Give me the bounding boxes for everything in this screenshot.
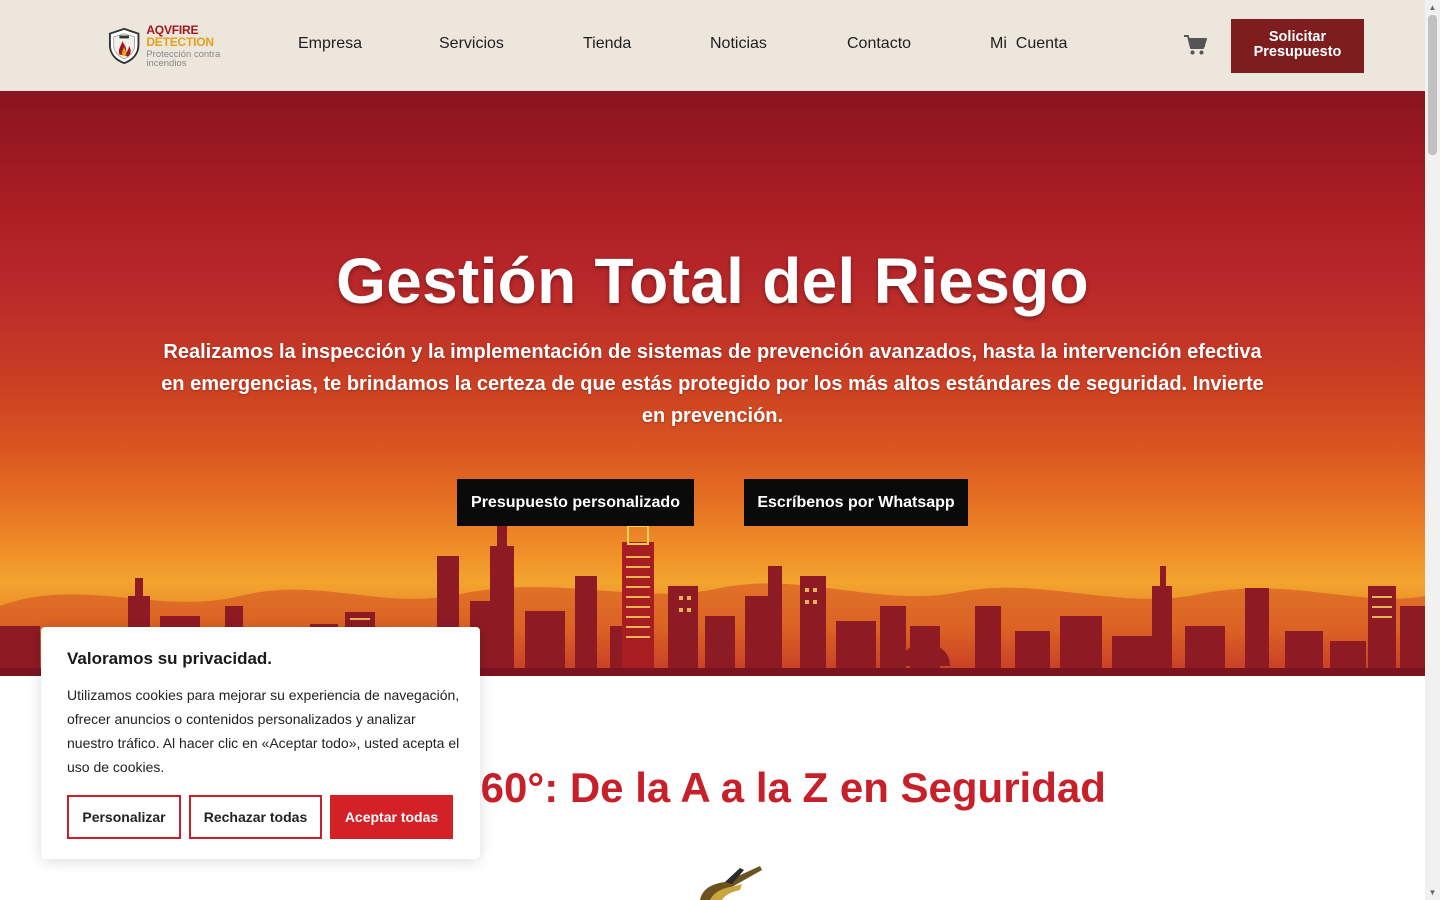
cookie-customize-button[interactable]: Personalizar xyxy=(67,795,181,839)
site-header: AQVFIRE DETECTION Protección contra ince… xyxy=(0,0,1425,91)
page-scrollbar[interactable]: ▲ ▼ xyxy=(1425,0,1440,900)
hero-subtitle-text: Realizamos la inspección y la implementa… xyxy=(161,341,1262,395)
nav-tienda[interactable]: Tienda xyxy=(583,35,631,53)
nav-empresa[interactable]: Empresa xyxy=(298,35,362,53)
request-quote-line1: Solicitar xyxy=(1268,29,1327,45)
logo-brand-part2: DETECTION xyxy=(146,34,214,49)
nav-servicios[interactable]: Servicios xyxy=(439,35,504,53)
logo-text: AQVFIRE DETECTION Protección contra ince… xyxy=(146,24,263,69)
personalized-quote-button[interactable]: Presupuesto personalizado xyxy=(457,479,694,526)
fire-extinguisher-valve-image xyxy=(700,866,762,900)
cookie-title: Valoramos su privacidad. xyxy=(67,649,273,668)
scroll-down-arrow-icon[interactable]: ▼ xyxy=(1425,885,1440,900)
hero-subtitle: Realizamos la inspección y la implementa… xyxy=(150,336,1275,432)
request-quote-line2: Presupuesto xyxy=(1253,44,1342,60)
shield-logo-icon xyxy=(108,27,140,65)
logo-tagline: Protección contra incendios xyxy=(146,48,221,69)
nav-contacto[interactable]: Contacto xyxy=(847,35,911,53)
hero-banner: Gestión Total del Riesgo Realizamos la i… xyxy=(0,91,1425,676)
site-logo[interactable]: AQVFIRE DETECTION Protección contra ince… xyxy=(108,24,263,69)
hero-title: Gestión Total del Riesgo xyxy=(336,245,1089,317)
scroll-up-arrow-icon[interactable]: ▲ xyxy=(1425,0,1440,15)
whatsapp-button[interactable]: Escríbenos por Whatsapp xyxy=(744,479,968,526)
cookie-reject-button[interactable]: Rechazar todas xyxy=(189,795,322,839)
request-quote-button[interactable]: Solicitar Presupuesto xyxy=(1231,19,1364,73)
shopping-cart-icon[interactable] xyxy=(1183,34,1207,56)
cookie-accept-button[interactable]: Aceptar todas xyxy=(330,795,453,839)
nav-mi-cuenta[interactable]: Mi Cuenta xyxy=(990,35,1067,53)
cookie-description: Utilizamos cookies para mejorar su exper… xyxy=(67,687,460,775)
logo-brand: AQVFIRE DETECTION xyxy=(146,24,263,48)
nav-noticias[interactable]: Noticias xyxy=(710,35,767,53)
scroll-thumb[interactable] xyxy=(1428,15,1437,155)
section-title: n 360°: De la A a la Z en Seguridad xyxy=(420,764,1106,811)
cookie-consent-banner: Valoramos su privacidad. Utilizamos cook… xyxy=(41,627,480,859)
